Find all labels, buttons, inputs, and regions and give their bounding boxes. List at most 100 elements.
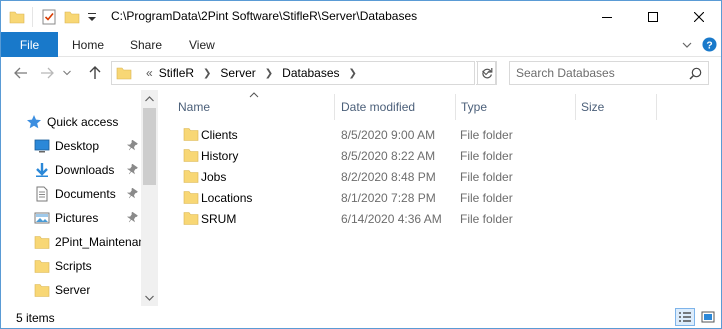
- forward-button[interactable]: [37, 63, 57, 83]
- file-name: History: [201, 149, 239, 163]
- large-icons-view-button[interactable]: [698, 308, 718, 326]
- folder-icon: [183, 127, 199, 145]
- folder-icon: [34, 258, 50, 274]
- chevron-right-icon[interactable]: ❯: [265, 68, 273, 79]
- column-divider[interactable]: [575, 94, 576, 120]
- tab-file[interactable]: File: [1, 32, 58, 57]
- column-header-date[interactable]: Date modified: [341, 94, 454, 120]
- minimize-button[interactable]: [584, 1, 630, 32]
- file-date: 8/1/2020 7:28 PM: [341, 191, 436, 205]
- file-date: 6/14/2020 4:36 AM: [341, 212, 442, 226]
- ribbon-tabs: File Home Share View ?: [1, 32, 721, 57]
- folder-icon: [34, 234, 50, 250]
- sort-ascending-icon: [249, 87, 259, 101]
- pin-icon: [126, 211, 138, 227]
- desktop-icon: [34, 138, 50, 154]
- column-header-name[interactable]: Name: [178, 92, 333, 120]
- breadcrumb-databases[interactable]: Databases: [282, 66, 339, 80]
- details-view-button[interactable]: [675, 308, 695, 326]
- file-row[interactable]: SRUM 6/14/2020 4:36 AM File folder: [176, 208, 596, 229]
- refresh-icon[interactable]: [477, 61, 497, 85]
- window-title: C:\ProgramData\2Pint Software\StifleR\Se…: [111, 9, 418, 23]
- column-header-type[interactable]: Type: [461, 94, 574, 120]
- nav-item-server[interactable]: Server: [1, 279, 141, 301]
- svg-text:?: ?: [706, 40, 712, 51]
- scroll-down-icon[interactable]: [141, 289, 158, 306]
- column-divider[interactable]: [455, 94, 456, 120]
- star-icon: [26, 114, 42, 130]
- file-date: 8/5/2020 9:00 AM: [341, 128, 436, 142]
- file-name: SRUM: [201, 212, 237, 226]
- search-input[interactable]: [516, 65, 686, 81]
- customize-quick-access-icon[interactable]: [87, 7, 97, 27]
- back-button[interactable]: [11, 63, 31, 83]
- folder-icon: [34, 282, 50, 298]
- column-header-size[interactable]: Size: [581, 94, 655, 120]
- address-folder-icon: [116, 65, 132, 81]
- document-icon: [34, 186, 50, 202]
- nav-item-pictures[interactable]: Pictures: [1, 207, 141, 229]
- help-icon[interactable]: ?: [701, 36, 718, 53]
- expand-ribbon-icon[interactable]: [680, 36, 694, 53]
- file-name: Clients: [201, 128, 238, 142]
- tab-home[interactable]: Home: [72, 32, 104, 57]
- search-box[interactable]: [509, 61, 709, 85]
- file-type: File folder: [460, 170, 513, 184]
- breadcrumb-server[interactable]: Server: [220, 66, 255, 80]
- file-date: 8/2/2020 8:48 PM: [341, 170, 436, 184]
- folder-icon: [183, 190, 199, 208]
- explorer-window: C:\ProgramData\2Pint Software\StifleR\Se…: [0, 0, 722, 329]
- close-button[interactable]: [676, 1, 722, 32]
- file-name: Jobs: [201, 170, 227, 184]
- nav-item-2pint-maintenance[interactable]: 2Pint_Maintenance: [1, 231, 141, 253]
- folder-icon: [9, 7, 25, 27]
- file-list: Name Date modified Type Size Clients 8/5…: [158, 90, 721, 306]
- address-row: « StifleR ❯ Server ❯ Databases ❯: [1, 57, 721, 90]
- item-count: 5 items: [16, 311, 55, 325]
- folder-icon: [183, 169, 199, 187]
- column-divider[interactable]: [334, 94, 335, 120]
- file-row[interactable]: Jobs 8/2/2020 8:48 PM File folder: [176, 166, 596, 187]
- file-type: File folder: [460, 191, 513, 205]
- file-type: File folder: [460, 128, 513, 142]
- download-icon: [34, 162, 50, 178]
- tab-share[interactable]: Share: [130, 32, 162, 57]
- breadcrumb-stifler[interactable]: StifleR: [159, 66, 194, 80]
- address-bar[interactable]: « StifleR ❯ Server ❯ Databases ❯: [111, 61, 475, 85]
- status-bar: 5 items: [1, 306, 721, 328]
- column-divider[interactable]: [656, 94, 657, 120]
- file-date: 8/5/2020 8:22 AM: [341, 149, 436, 163]
- up-button[interactable]: [85, 63, 105, 83]
- pin-icon: [126, 139, 138, 155]
- title-bar: C:\ProgramData\2Pint Software\StifleR\Se…: [1, 1, 721, 32]
- recent-locations-icon[interactable]: [60, 63, 74, 83]
- file-row[interactable]: History 8/5/2020 8:22 AM File folder: [176, 145, 596, 166]
- chevron-right-icon[interactable]: ❯: [349, 68, 357, 79]
- nav-item-desktop[interactable]: Desktop: [1, 135, 141, 157]
- file-name: Locations: [201, 191, 253, 205]
- scrollbar-thumb[interactable]: [143, 108, 156, 185]
- nav-item-documents[interactable]: Documents: [1, 183, 141, 205]
- maximize-button[interactable]: [630, 1, 676, 32]
- file-type: File folder: [460, 212, 513, 226]
- chevron-right-icon[interactable]: ❯: [203, 68, 211, 79]
- folder-icon: [183, 211, 199, 229]
- nav-item-scripts[interactable]: Scripts: [1, 255, 141, 277]
- navigation-pane: Quick access Desktop Downloads Documents…: [1, 90, 158, 306]
- folder-icon: [183, 148, 199, 166]
- pin-icon: [126, 187, 138, 203]
- scroll-up-icon[interactable]: [141, 90, 158, 107]
- pin-icon: [126, 163, 138, 179]
- new-folder-icon[interactable]: [64, 7, 80, 27]
- tab-view[interactable]: View: [189, 32, 215, 57]
- nav-item-downloads[interactable]: Downloads: [1, 159, 141, 181]
- nav-scrollbar[interactable]: [141, 90, 158, 306]
- breadcrumb-overflow[interactable]: «: [146, 66, 153, 80]
- pictures-icon: [34, 210, 50, 226]
- file-row[interactable]: Locations 8/1/2020 7:28 PM File folder: [176, 187, 596, 208]
- file-type: File folder: [460, 149, 513, 163]
- file-row[interactable]: Clients 8/5/2020 9:00 AM File folder: [176, 124, 596, 145]
- nav-item-quick-access[interactable]: Quick access: [1, 111, 141, 133]
- search-icon[interactable]: [689, 67, 702, 83]
- properties-icon[interactable]: [41, 7, 57, 27]
